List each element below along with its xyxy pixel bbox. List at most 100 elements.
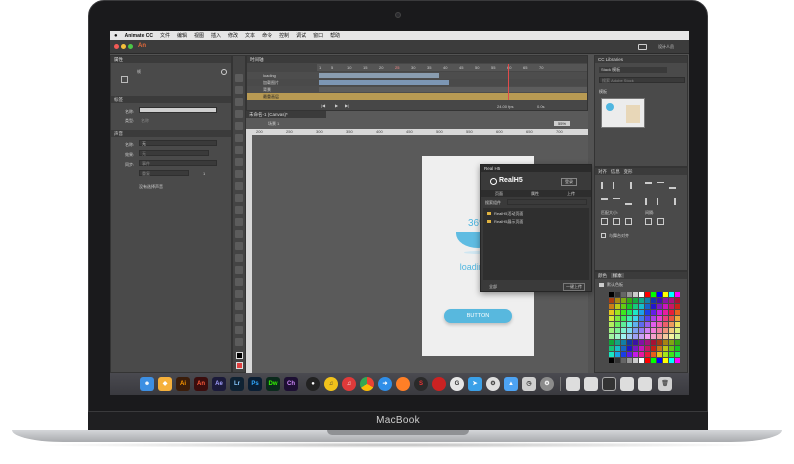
color-swatch[interactable] [675, 328, 680, 333]
list-item[interactable]: RealH5活动页面 [485, 211, 585, 217]
color-swatch[interactable] [639, 298, 644, 303]
color-swatch[interactable] [639, 304, 644, 309]
color-swatch[interactable] [609, 310, 614, 315]
color-swatch[interactable] [663, 340, 668, 345]
distribute-top-icon[interactable] [601, 198, 608, 205]
color-swatch[interactable] [651, 340, 656, 345]
stroke-color-swatch[interactable] [236, 352, 243, 359]
color-swatch[interactable] [633, 358, 638, 363]
realh5-login-button[interactable]: 登录 [561, 178, 577, 186]
color-swatch[interactable] [663, 346, 668, 351]
distribute-right-icon[interactable] [669, 198, 676, 205]
apple-icon[interactable]: ● [114, 33, 118, 39]
workspace-switcher[interactable]: 设计人员 [658, 44, 674, 50]
dock-app-ps[interactable]: Ps [248, 377, 262, 391]
dock-app-keynote[interactable]: ▲ [504, 377, 518, 391]
color-swatch[interactable] [627, 334, 632, 339]
align-to-stage-checkbox[interactable] [601, 233, 606, 238]
color-swatch[interactable] [621, 310, 626, 315]
color-swatch[interactable] [675, 358, 680, 363]
color-swatch[interactable] [609, 334, 614, 339]
paint-bucket-tool-icon[interactable] [235, 254, 243, 262]
dock-window-thumb[interactable] [584, 377, 598, 391]
color-swatch[interactable] [669, 316, 674, 321]
playhead[interactable] [508, 64, 509, 100]
color-swatch[interactable] [615, 358, 620, 363]
dock-app-netease[interactable]: ♫ [342, 377, 356, 391]
color-swatch[interactable] [633, 310, 638, 315]
color-swatch[interactable] [675, 316, 680, 321]
color-swatch[interactable] [609, 358, 614, 363]
color-swatch[interactable] [627, 340, 632, 345]
color-swatch[interactable] [621, 340, 626, 345]
dock-app-game[interactable] [432, 377, 446, 391]
color-swatch[interactable] [663, 328, 668, 333]
color-swatch[interactable] [615, 340, 620, 345]
color-swatch[interactable] [621, 316, 626, 321]
color-swatch[interactable] [639, 358, 644, 363]
dock-window-thumb[interactable] [566, 377, 580, 391]
dock-app-firefox[interactable] [396, 377, 410, 391]
subselection-tool-icon[interactable] [235, 86, 243, 94]
library-asset-thumbnail[interactable] [601, 98, 645, 128]
color-swatch[interactable] [615, 316, 620, 321]
match-height-icon[interactable] [613, 218, 620, 225]
line-tool-icon[interactable] [235, 158, 243, 166]
dock-downloads-icon[interactable] [638, 377, 652, 391]
menu-item-text[interactable]: 文本 [245, 32, 255, 39]
color-swatch[interactable] [633, 352, 638, 357]
play-icon[interactable]: ▶ [335, 103, 338, 108]
menu-item-insert[interactable]: 插入 [211, 32, 221, 39]
oval-tool-icon[interactable] [235, 182, 243, 190]
color-swatch[interactable] [633, 334, 638, 339]
color-swatch[interactable] [651, 352, 656, 357]
color-swatch[interactable] [633, 304, 638, 309]
menu-item-modify[interactable]: 修改 [228, 32, 238, 39]
list-item[interactable]: RealH5展示页面 [485, 219, 585, 225]
eyedropper-tool-icon[interactable] [235, 278, 243, 286]
color-swatch[interactable] [663, 334, 668, 339]
color-swatch[interactable] [615, 352, 620, 357]
color-swatch[interactable] [657, 304, 662, 309]
polystar-tool-icon[interactable] [235, 194, 243, 202]
color-swatch[interactable] [669, 310, 674, 315]
forward-icon[interactable]: ▶| [345, 103, 349, 108]
color-swatch[interactable] [615, 328, 620, 333]
dock-app-ai[interactable]: Ai [176, 377, 190, 391]
color-swatch[interactable] [645, 352, 650, 357]
pencil-tool-icon[interactable] [235, 206, 243, 214]
layer-row[interactable]: loading [247, 72, 587, 79]
library-select[interactable]: Stack 模板 [599, 67, 667, 73]
layer-row[interactable]: 背景 [247, 86, 587, 93]
color-swatch[interactable] [615, 292, 620, 297]
color-swatch[interactable] [657, 310, 662, 315]
dock-app-dw[interactable]: Dw [266, 377, 280, 391]
type-select[interactable]: 名称 [141, 118, 149, 124]
color-swatch[interactable] [639, 346, 644, 351]
color-swatch[interactable] [645, 340, 650, 345]
dock-app-sogou[interactable]: S [414, 377, 428, 391]
color-swatch[interactable] [669, 304, 674, 309]
menu-item-help[interactable]: 帮助 [330, 32, 340, 39]
color-swatch[interactable] [645, 322, 650, 327]
color-swatch[interactable] [609, 340, 614, 345]
color-swatch[interactable] [651, 316, 656, 321]
color-swatch[interactable] [621, 346, 626, 351]
menu-item-commands[interactable]: 命令 [262, 32, 272, 39]
color-swatch[interactable] [651, 346, 656, 351]
menu-item-window[interactable]: 窗口 [313, 32, 323, 39]
color-swatch[interactable] [639, 310, 644, 315]
color-swatch[interactable] [663, 304, 668, 309]
realh5-title[interactable]: Real H5 [481, 165, 591, 172]
color-swatch[interactable] [627, 346, 632, 351]
color-swatch[interactable] [639, 322, 644, 327]
list-item-label[interactable]: RealH5活动页面 [494, 211, 523, 217]
tab-swatches[interactable]: 样本 [610, 273, 624, 278]
color-swatch[interactable] [675, 310, 680, 315]
color-swatch[interactable] [639, 334, 644, 339]
zoom-select[interactable]: 55% [554, 121, 571, 126]
properties-settings-icon[interactable] [221, 69, 227, 75]
minimize-window-icon[interactable] [121, 44, 126, 49]
menu-item-debug[interactable]: 调试 [296, 32, 306, 39]
library-search-input[interactable]: 搜索 Adobe Stock [599, 77, 685, 83]
